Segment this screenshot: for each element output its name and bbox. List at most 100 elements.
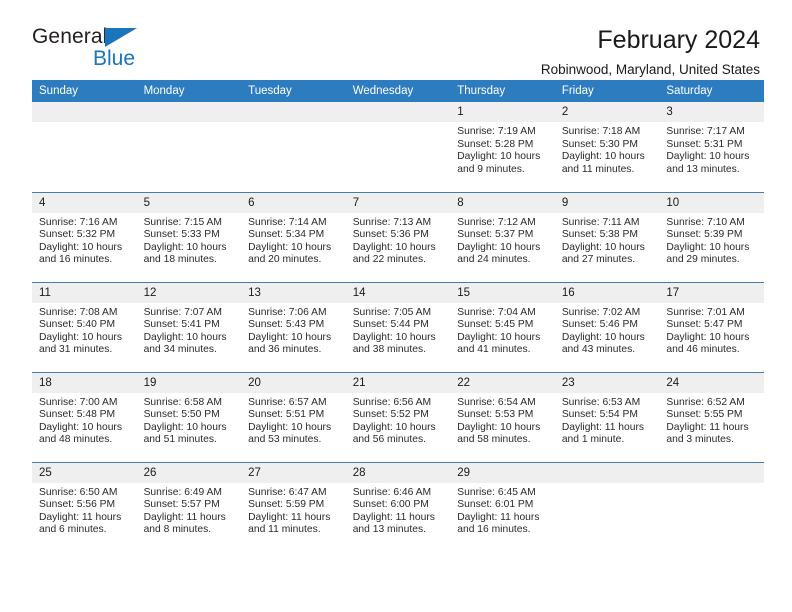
sunset-text: Sunset: 5:54 PM	[561, 409, 638, 421]
sunset-text: Sunset: 5:32 PM	[39, 229, 116, 241]
day-cell[interactable]: 4 Sunrise: 7:16 AM Sunset: 5:32 PM Daylight…	[32, 191, 137, 282]
day-number: 22	[450, 372, 555, 393]
day-cell[interactable]	[659, 461, 764, 552]
daylight-text-line2: and 11 minutes.	[248, 524, 321, 536]
day-details: Sunrise: 7:05 AM Sunset: 5:44 PM Daylight:…	[346, 303, 451, 357]
day-cell[interactable]: 3 Sunrise: 7:17 AM Sunset: 5:31 PM Daylight…	[659, 102, 764, 192]
day-details	[32, 122, 137, 126]
day-cell[interactable]: 11 Sunrise: 7:08 AM Sunset: 5:40 PM Dayligh…	[32, 281, 137, 372]
daylight-text-line1: Daylight: 11 hours	[352, 511, 435, 523]
day-number	[659, 462, 764, 483]
sunset-text: Sunset: 6:00 PM	[352, 499, 429, 511]
day-cell[interactable]: 26 Sunrise: 6:49 AM Sunset: 5:57 PM Dayligh…	[136, 461, 242, 552]
day-details: Sunrise: 7:19 AM Sunset: 5:28 PM Daylight:…	[450, 122, 555, 176]
weekday-header-saturday: Saturday	[659, 80, 764, 102]
daylight-text-line1: Daylight: 10 hours	[39, 421, 122, 433]
day-details: Sunrise: 6:45 AM Sunset: 6:01 PM Daylight:…	[450, 483, 555, 537]
weekday-header-friday: Friday	[554, 80, 660, 102]
daylight-text-line1: Daylight: 10 hours	[666, 331, 750, 343]
day-cell[interactable]: 12 Sunrise: 7:07 AM Sunset: 5:41 PM Dayligh…	[136, 281, 242, 372]
daylight-text-line2: and 1 minute.	[561, 434, 625, 446]
calendar-week-row: 4 Sunrise: 7:16 AM Sunset: 5:32 PM Daylight…	[32, 191, 764, 282]
day-cell[interactable]	[345, 102, 451, 192]
day-cell[interactable]	[32, 102, 137, 192]
day-cell[interactable]: 19 Sunrise: 6:58 AM Sunset: 5:50 PM Dayligh…	[136, 371, 242, 462]
day-number: 25	[32, 462, 137, 483]
day-number: 17	[659, 282, 764, 303]
daylight-text-line2: and 13 minutes.	[666, 163, 740, 175]
day-cell[interactable]: 21 Sunrise: 6:56 AM Sunset: 5:52 PM Dayligh…	[345, 371, 451, 462]
daylight-text-line1: Daylight: 10 hours	[248, 421, 332, 433]
weekday-header-thursday: Thursday	[450, 80, 555, 102]
general-blue-logo: General Blue	[32, 26, 152, 74]
day-cell[interactable]	[554, 461, 660, 552]
day-number: 19	[136, 372, 242, 393]
sunset-text: Sunset: 5:46 PM	[561, 319, 638, 331]
day-cell[interactable]: 10 Sunrise: 7:10 AM Sunset: 5:39 PM Dayligh…	[659, 191, 764, 282]
day-cell[interactable]: 13 Sunrise: 7:06 AM Sunset: 5:43 PM Dayligh…	[241, 281, 346, 372]
day-cell[interactable]: 23 Sunrise: 6:53 AM Sunset: 5:54 PM Dayligh…	[554, 371, 660, 462]
sunset-text: Sunset: 5:39 PM	[666, 229, 743, 241]
day-cell[interactable]: 28 Sunrise: 6:46 AM Sunset: 6:00 PM Dayligh…	[345, 461, 451, 552]
daylight-text-line2: and 8 minutes.	[143, 524, 212, 536]
day-cell[interactable]: 24 Sunrise: 6:52 AM Sunset: 5:55 PM Dayligh…	[659, 371, 764, 462]
day-number: 28	[345, 462, 451, 483]
day-number	[32, 102, 137, 122]
sunset-text: Sunset: 6:01 PM	[457, 499, 534, 511]
day-cell[interactable]: 9 Sunrise: 7:11 AM Sunset: 5:38 PM Daylight…	[554, 191, 660, 282]
calendar-page: General Blue February 2024 Robinwood, Ma…	[0, 0, 792, 612]
sunset-text: Sunset: 5:37 PM	[457, 229, 534, 241]
day-number: 20	[241, 372, 346, 393]
day-cell[interactable]: 22 Sunrise: 6:54 AM Sunset: 5:53 PM Dayligh…	[450, 371, 555, 462]
sunrise-text: Sunrise: 7:13 AM	[352, 216, 432, 228]
sunrise-text: Sunrise: 7:19 AM	[457, 126, 536, 137]
day-details	[137, 122, 242, 126]
day-cell[interactable]: 29 Sunrise: 6:45 AM Sunset: 6:01 PM Dayligh…	[450, 461, 555, 552]
daylight-text-line1: Daylight: 10 hours	[39, 331, 122, 343]
sunrise-text: Sunrise: 6:53 AM	[561, 396, 641, 408]
day-cell[interactable]: 2 Sunrise: 7:18 AM Sunset: 5:30 PM Daylight…	[554, 102, 660, 192]
day-cell[interactable]	[136, 102, 242, 192]
day-details: Sunrise: 6:58 AM Sunset: 5:50 PM Daylight:…	[137, 393, 242, 447]
day-number: 29	[450, 462, 555, 483]
calendar-week-row: 25 Sunrise: 6:50 AM Sunset: 5:56 PM Dayligh…	[32, 461, 764, 552]
day-cell[interactable]: 1 Sunrise: 7:19 AM Sunset: 5:28 PM Daylight…	[450, 102, 555, 192]
daylight-text-line2: and 6 minutes.	[39, 524, 107, 536]
day-details: Sunrise: 7:08 AM Sunset: 5:40 PM Daylight:…	[32, 303, 137, 357]
calendar-body: 1 Sunrise: 7:19 AM Sunset: 5:28 PM Daylight…	[32, 102, 764, 552]
daylight-text-line1: Daylight: 10 hours	[143, 331, 227, 343]
day-cell[interactable]: 18 Sunrise: 7:00 AM Sunset: 5:48 PM Dayligh…	[32, 371, 137, 462]
sunrise-text: Sunrise: 7:11 AM	[561, 216, 640, 228]
sunset-text: Sunset: 5:47 PM	[666, 319, 743, 331]
day-cell[interactable]	[241, 102, 346, 192]
sunset-text: Sunset: 5:53 PM	[457, 409, 534, 421]
daylight-text-line1: Daylight: 10 hours	[352, 241, 436, 253]
day-number	[554, 462, 660, 483]
daylight-text-line1: Daylight: 10 hours	[39, 241, 122, 253]
day-cell[interactable]: 15 Sunrise: 7:04 AM Sunset: 5:45 PM Dayligh…	[450, 281, 555, 372]
daylight-text-line1: Daylight: 11 hours	[561, 421, 645, 433]
day-cell[interactable]: 17 Sunrise: 7:01 AM Sunset: 5:47 PM Dayligh…	[659, 281, 764, 372]
day-cell[interactable]: 27 Sunrise: 6:47 AM Sunset: 5:59 PM Dayligh…	[241, 461, 346, 552]
daylight-text-line2: and 20 minutes.	[248, 254, 322, 266]
day-cell[interactable]: 8 Sunrise: 7:12 AM Sunset: 5:37 PM Daylight…	[450, 191, 555, 282]
day-cell[interactable]: 14 Sunrise: 7:05 AM Sunset: 5:44 PM Dayligh…	[345, 281, 451, 372]
calendar-week-row: 11 Sunrise: 7:08 AM Sunset: 5:40 PM Dayligh…	[32, 281, 764, 372]
day-cell[interactable]: 16 Sunrise: 7:02 AM Sunset: 5:46 PM Dayligh…	[554, 281, 660, 372]
day-number: 9	[554, 192, 660, 213]
day-details: Sunrise: 7:12 AM Sunset: 5:37 PM Daylight:…	[450, 213, 555, 267]
sunset-text: Sunset: 5:38 PM	[561, 229, 638, 241]
day-number	[136, 102, 242, 122]
day-details: Sunrise: 7:06 AM Sunset: 5:43 PM Daylight:…	[241, 303, 346, 357]
day-cell[interactable]: 5 Sunrise: 7:15 AM Sunset: 5:33 PM Daylight…	[136, 191, 242, 282]
day-cell[interactable]: 7 Sunrise: 7:13 AM Sunset: 5:36 PM Daylight…	[345, 191, 451, 282]
sunrise-text: Sunrise: 6:47 AM	[248, 486, 327, 498]
day-cell[interactable]: 20 Sunrise: 6:57 AM Sunset: 5:51 PM Dayligh…	[241, 371, 346, 462]
day-cell[interactable]: 6 Sunrise: 7:14 AM Sunset: 5:34 PM Daylight…	[241, 191, 346, 282]
day-number: 27	[241, 462, 346, 483]
daylight-text-line2: and 46 minutes.	[666, 344, 740, 356]
sunrise-sunset-calendar: Sunday Monday Tuesday Wednesday Thursday…	[32, 80, 764, 552]
sunrise-text: Sunrise: 6:57 AM	[248, 396, 327, 408]
day-cell[interactable]: 25 Sunrise: 6:50 AM Sunset: 5:56 PM Dayligh…	[32, 461, 137, 552]
sunrise-text: Sunrise: 7:08 AM	[39, 306, 118, 318]
